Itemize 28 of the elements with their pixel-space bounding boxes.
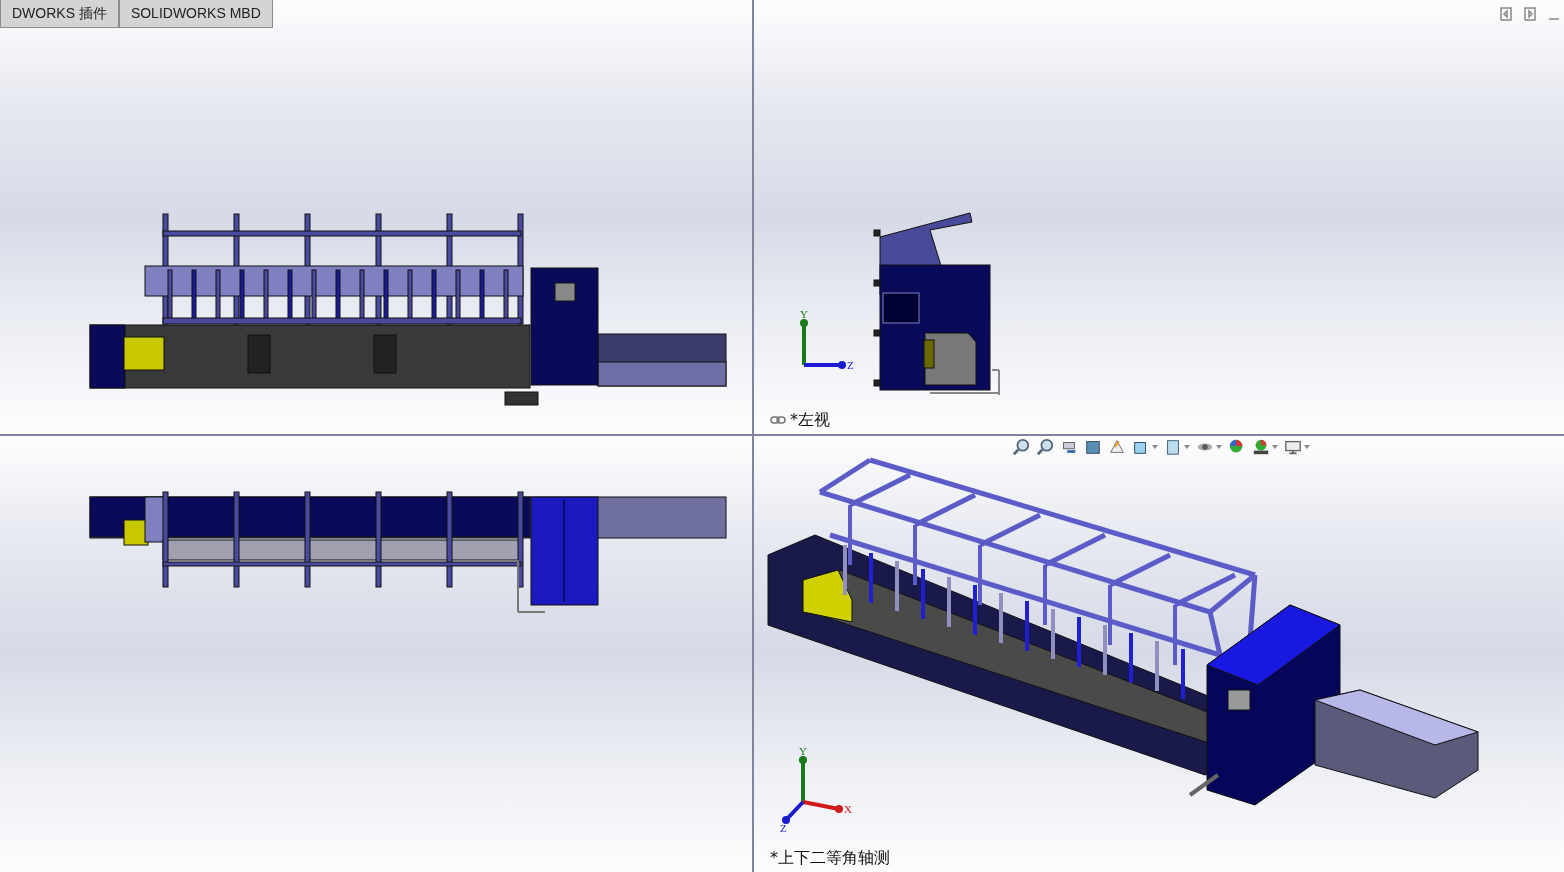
axis-triad — [800, 319, 846, 369]
zoom-fit-button[interactable] — [1012, 438, 1030, 456]
settings-icon — [1284, 438, 1302, 456]
caret-icon — [1304, 445, 1310, 449]
zoom-area-icon — [1036, 438, 1054, 456]
caret-icon — [1152, 445, 1158, 449]
scene-button[interactable] — [1252, 438, 1278, 456]
caret-icon — [1272, 445, 1278, 449]
collapse-left-icon[interactable] — [1500, 7, 1512, 21]
settings-button[interactable] — [1284, 438, 1310, 456]
axis-label: Z — [847, 359, 854, 371]
command-tab[interactable]: DWORKS 插件 — [0, 0, 119, 28]
axis-label: Y — [799, 745, 807, 757]
view-name: *上下二等角轴测 — [770, 847, 890, 869]
command-tab[interactable]: SOLIDWORKS MBD — [118, 0, 273, 28]
annotation-icon — [1108, 438, 1126, 456]
collapse-right-icon[interactable] — [1524, 7, 1536, 21]
axis-label: X — [844, 803, 852, 815]
zoom-fit-icon — [1012, 438, 1030, 456]
zoom-area-button[interactable] — [1036, 438, 1054, 456]
caret-icon — [1216, 445, 1222, 449]
view-name: *左视 — [790, 409, 830, 431]
annotation-button[interactable] — [1108, 438, 1126, 456]
caret-icon — [1184, 445, 1190, 449]
axis-label: Z — [780, 822, 787, 834]
axis-label: Y — [800, 308, 808, 320]
axis-triad — [782, 756, 843, 824]
style-button[interactable] — [1164, 438, 1190, 456]
